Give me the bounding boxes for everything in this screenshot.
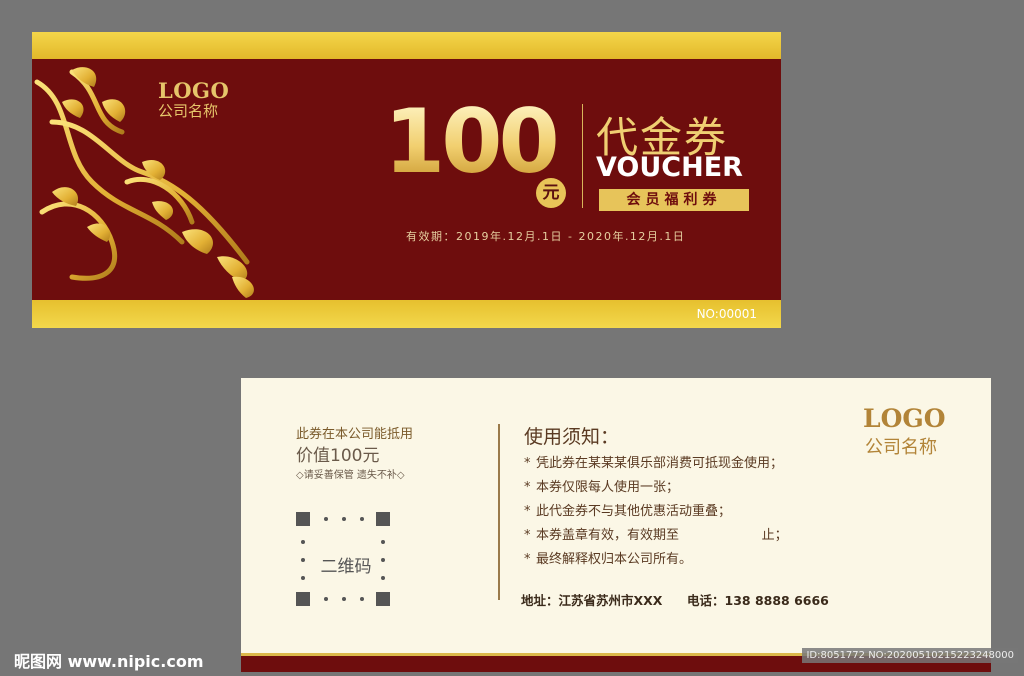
front-company-name: 公司名称: [158, 102, 219, 120]
serial-number: NO:00001: [696, 307, 757, 321]
bullet-icon: *: [524, 456, 531, 471]
qr-corner-icon: [376, 592, 390, 606]
title-divider: [582, 104, 583, 208]
qr-dot-icon: [301, 540, 305, 544]
rule-item: * 最终解释权归本公司所有。: [524, 548, 788, 572]
back-logo: LOGO: [863, 404, 946, 433]
usage-rules-list: * 凭此券在某某某俱乐部消费可抵现金使用； * 本券仅限每人使用一张； * 此代金券不…: [524, 452, 788, 572]
rule-text: 最终解释权归本公司所有。: [536, 552, 693, 567]
currency-unit-badge: 元: [536, 178, 566, 208]
qr-dot-icon: [381, 576, 385, 580]
voucher-amount: 100: [384, 90, 560, 193]
company-phone: 电话：138 8888 6666: [687, 593, 829, 608]
qr-dot-icon: [342, 597, 346, 601]
rule-text: 本券盖章有效，有效期至 止；: [536, 528, 788, 543]
company-address: 地址：江苏省苏州市XXX: [521, 593, 663, 608]
bullet-icon: *: [524, 504, 531, 519]
validity-period: 有效期：2019年.12月.1日 - 2020年.12月.1日: [406, 230, 686, 243]
qr-dot-icon: [381, 540, 385, 544]
qr-dot-icon: [360, 517, 364, 521]
keep-safe-note: ◇请妥善保管 遗失不补◇: [296, 470, 405, 481]
qr-dot-icon: [301, 576, 305, 580]
qr-dot-icon: [324, 517, 328, 521]
usage-value: 价值100元: [296, 446, 380, 466]
section-divider: [498, 424, 500, 600]
bullet-icon: *: [524, 480, 531, 495]
rule-item: * 此代金券不与其他优惠活动重叠；: [524, 500, 788, 524]
qr-dot-icon: [324, 597, 328, 601]
usage-notice-title: 使用须知：: [524, 426, 620, 448]
voucher-title-en: VOUCHER: [596, 152, 743, 183]
qr-dot-icon: [381, 558, 385, 562]
qr-corner-icon: [376, 512, 390, 526]
voucher-front: LOGO 公司名称 100 元 代金券 VOUCHER 会员福利券 有效期：20…: [32, 32, 781, 328]
usage-statement: 此券在本公司能抵用: [296, 427, 414, 442]
gold-band-bottom: NO:00001: [32, 300, 781, 328]
voucher-back: 此券在本公司能抵用 价值100元 ◇请妥善保管 遗失不补◇ 二维码 使用须知： …: [241, 378, 991, 672]
qr-corner-icon: [296, 512, 310, 526]
qr-code-placeholder: 二维码: [296, 512, 396, 612]
rule-item: * 凭此券在某某某俱乐部消费可抵现金使用；: [524, 452, 788, 476]
qr-dot-icon: [301, 558, 305, 562]
qr-label: 二维码: [320, 557, 372, 577]
qr-dot-icon: [342, 517, 346, 521]
bullet-icon: *: [524, 528, 531, 543]
qr-corner-icon: [296, 592, 310, 606]
gold-band-top: [32, 32, 781, 59]
back-company-name: 公司名称: [865, 437, 937, 458]
member-benefit-label: 会员福利券: [599, 189, 749, 211]
qr-dot-icon: [360, 597, 364, 601]
bullet-icon: *: [524, 552, 531, 567]
site-watermark: 昵图网 www.nipic.com: [14, 652, 204, 671]
image-id-watermark: ID:8051772 NO:20200510215223248000: [802, 648, 1018, 663]
rule-item: * 本券盖章有效，有效期至 止；: [524, 524, 788, 548]
rule-item: * 本券仅限每人使用一张；: [524, 476, 788, 500]
rule-text: 此代金券不与其他优惠活动重叠；: [536, 504, 732, 519]
rule-text: 本券仅限每人使用一张；: [536, 480, 680, 495]
rule-text: 凭此券在某某某俱乐部消费可抵现金使用；: [536, 456, 784, 471]
floral-ornament-icon: [34, 67, 254, 298]
